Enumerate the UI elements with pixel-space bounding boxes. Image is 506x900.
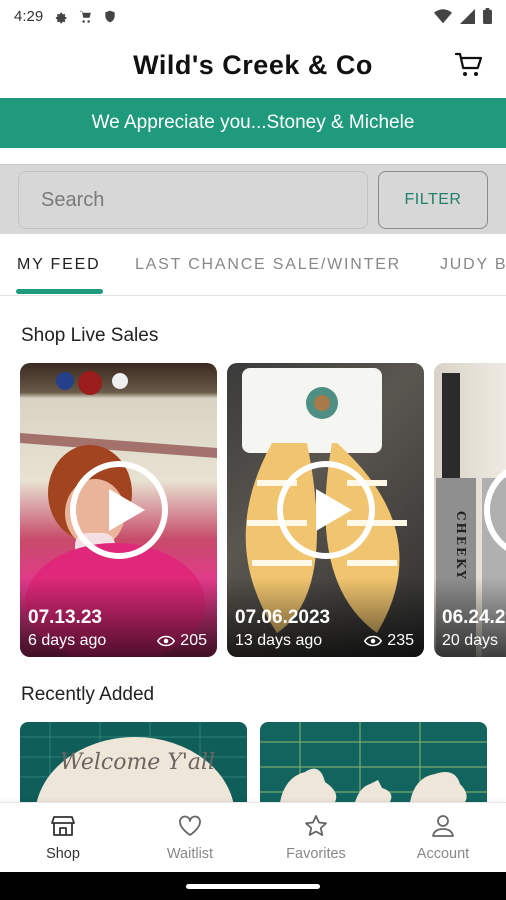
feed-tabs: MY FEED LAST CHANCE SALE/WINTER JUDY B (0, 234, 506, 296)
promo-banner: We Appreciate you...Stoney & Michele (0, 98, 506, 148)
product-image (260, 722, 487, 802)
shopping-cart-status-icon (80, 10, 92, 23)
heart-icon (179, 815, 201, 836)
play-icon (276, 461, 375, 559)
live-sale-card[interactable]: 07.06.2023 13 days ago 235 (227, 363, 424, 657)
section-title-live-sales: Shop Live Sales (21, 325, 159, 346)
nav-account[interactable]: Account (380, 803, 506, 873)
tab-indicator (16, 289, 103, 294)
product-card[interactable]: Welcome Y'all (20, 722, 247, 802)
video-age: 13 days ago (235, 632, 323, 649)
app-header: Wild's Creek & Co (0, 32, 506, 98)
search-bar: FILTER (0, 164, 506, 234)
tab-my-feed[interactable]: MY FEED (17, 256, 100, 274)
wifi-icon (434, 8, 452, 23)
video-age: 6 days ago (28, 632, 107, 649)
live-sale-card[interactable]: 07.13.23 6 days ago 205 (20, 363, 217, 657)
battery-icon (483, 8, 492, 24)
video-age: 20 days (442, 632, 499, 649)
app-title: Wild's Creek & Co (133, 49, 373, 80)
video-date: 07.06.2023 (235, 607, 331, 628)
section-title-recently-added: Recently Added (21, 684, 155, 705)
star-icon (305, 815, 327, 836)
tab-judy-b[interactable]: JUDY B (440, 256, 506, 274)
video-date: 07.13.23 (28, 607, 102, 628)
cart-icon[interactable] (454, 50, 484, 80)
signal-icon (460, 8, 475, 24)
nav-shop[interactable]: Shop (0, 803, 126, 873)
tab-last-chance-sale[interactable]: LAST CHANCE SALE/WINTER (135, 256, 401, 274)
nav-favorites[interactable]: Favorites (253, 803, 379, 873)
shop-icon (51, 816, 75, 836)
status-time: 4:29 (14, 7, 44, 25)
live-sale-card[interactable]: CHEEKY 06.24.2 20 days (434, 363, 506, 657)
gesture-navigation-bar (0, 872, 506, 900)
home-gesture-handle[interactable] (186, 884, 320, 889)
status-bar: 4:29 (0, 0, 506, 32)
video-views: 235 (364, 632, 414, 650)
nav-waitlist[interactable]: Waitlist (127, 803, 253, 873)
eye-icon (157, 635, 176, 647)
person-icon (432, 815, 454, 837)
eye-icon (364, 635, 383, 647)
cheeky-label: CHEEKY (454, 511, 468, 581)
settings-gear-icon (56, 12, 67, 23)
search-input[interactable] (18, 171, 368, 229)
filter-button[interactable]: FILTER (378, 171, 488, 229)
product-card[interactable] (260, 722, 487, 802)
video-date: 06.24.2 (442, 607, 506, 628)
shield-icon (105, 10, 115, 22)
welcome-sign-text: Welcome Y'all (60, 750, 216, 775)
play-icon (69, 461, 168, 559)
video-views: 205 (157, 632, 207, 650)
bottom-nav: Shop Waitlist Favorites Account (0, 802, 506, 872)
